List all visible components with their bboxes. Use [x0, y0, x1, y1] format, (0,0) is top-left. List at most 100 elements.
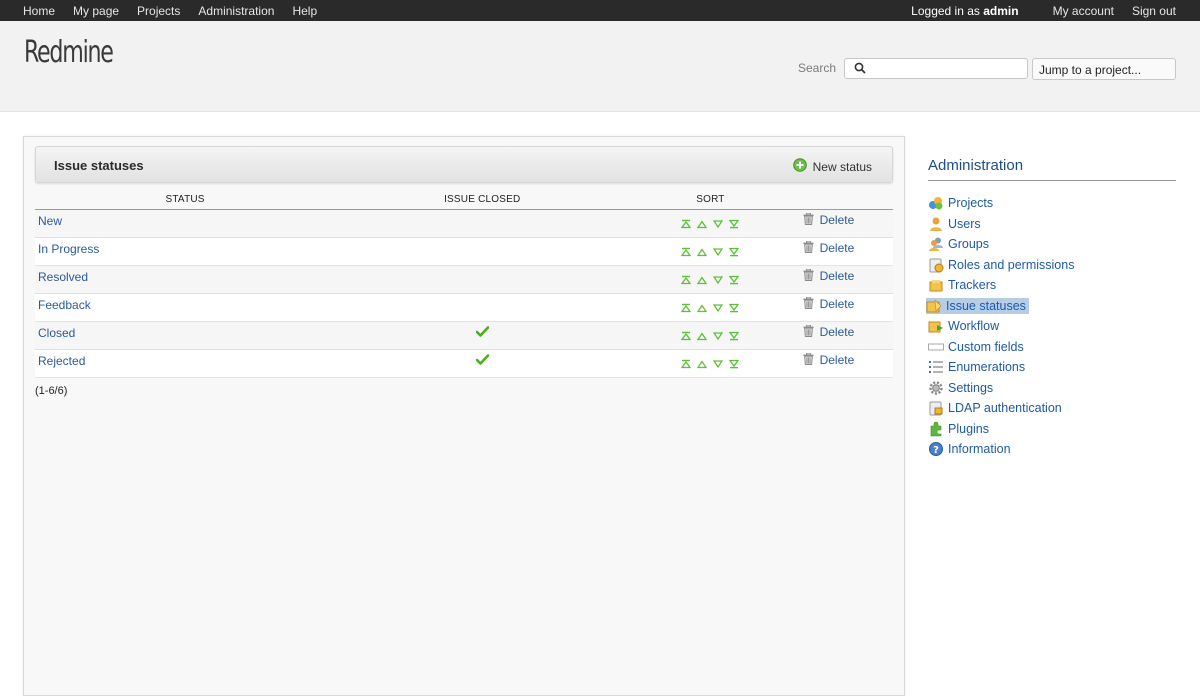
sidebar-link-ldap-authentication[interactable]: LDAP authentication: [928, 400, 1062, 416]
table-body: New Delete In Progress Delete Resolved Delete…: [35, 209, 893, 378]
delete-button[interactable]: Delete: [803, 268, 854, 284]
move-up-icon[interactable]: [697, 302, 708, 316]
delete-button[interactable]: Delete: [803, 324, 854, 340]
checkmark-icon: [475, 325, 490, 340]
sort-cell: [629, 209, 792, 238]
sidebar-link-groups[interactable]: Groups: [928, 236, 989, 252]
table-row: In Progress Delete: [35, 237, 893, 266]
delete-button[interactable]: Delete: [803, 296, 854, 312]
logged-in-user[interactable]: admin: [983, 4, 1018, 18]
sidebar-link-roles-and-permissions[interactable]: Roles and permissions: [928, 257, 1074, 273]
status-name-link[interactable]: Resolved: [38, 270, 88, 284]
column-header-sort[interactable]: Sort: [629, 190, 792, 210]
move-up-icon[interactable]: [697, 218, 708, 232]
move-to-bottom-icon[interactable]: [729, 330, 740, 344]
move-up-icon[interactable]: [697, 246, 708, 260]
sidebar: Administration Projects Users Groups Roles …: [926, 157, 1176, 460]
column-header-issue-closed[interactable]: Issue closed: [335, 190, 630, 210]
move-down-icon[interactable]: [713, 274, 724, 288]
move-to-bottom-icon[interactable]: [729, 302, 740, 316]
sidebar-item-information: ? Information: [928, 439, 1176, 460]
search-label[interactable]: Search: [798, 61, 836, 75]
move-up-icon[interactable]: [697, 358, 708, 372]
search-icon: [854, 62, 866, 77]
issue-statuses-table: Status Issue closed Sort New Delete In Pro…: [35, 190, 893, 378]
user-icon: [928, 216, 944, 232]
sort-cell: [629, 293, 792, 322]
delete-button[interactable]: Delete: [803, 352, 854, 368]
move-up-icon[interactable]: [697, 330, 708, 344]
sidebar-link-issue-statuses[interactable]: Issue statuses: [926, 297, 1029, 314]
top-menu-administration[interactable]: Administration: [198, 4, 274, 18]
sort-cell: [629, 349, 792, 378]
sidebar-item-label: Information: [948, 442, 1011, 457]
sidebar-link-projects[interactable]: Projects: [928, 195, 993, 211]
issue-closed-cell: [335, 349, 630, 378]
trash-icon: [803, 240, 820, 256]
delete-label: Delete: [819, 213, 855, 227]
top-menu-my-page[interactable]: My page: [73, 4, 119, 18]
top-menu-projects[interactable]: Projects: [137, 4, 180, 18]
move-to-bottom-icon[interactable]: [729, 246, 740, 260]
status-name-link[interactable]: Closed: [38, 326, 75, 340]
sidebar-title: Administration: [928, 157, 1176, 181]
sign-out-link[interactable]: Sign out: [1132, 4, 1176, 18]
status-name-link[interactable]: In Progress: [38, 242, 99, 256]
header: Redmine Search Jump to a project...: [0, 21, 1200, 112]
move-up-icon[interactable]: [697, 274, 708, 288]
sidebar-link-custom-fields[interactable]: Custom fields: [928, 339, 1024, 355]
issue-status-icon: [926, 298, 942, 314]
sidebar-link-users[interactable]: Users: [928, 216, 981, 232]
sidebar-link-settings[interactable]: Settings: [928, 380, 993, 396]
new-status-button[interactable]: New status: [792, 158, 872, 175]
trash-icon: [803, 212, 820, 228]
column-header-status[interactable]: Status: [35, 190, 336, 210]
move-to-top-icon[interactable]: [681, 274, 692, 288]
sidebar-item-projects: Projects: [928, 193, 1176, 214]
delete-button[interactable]: Delete: [803, 240, 854, 256]
issue-closed-cell: [335, 293, 630, 322]
move-to-top-icon[interactable]: [681, 246, 692, 260]
app-logo[interactable]: Redmine: [24, 35, 114, 70]
move-down-icon[interactable]: [713, 246, 724, 260]
trash-icon: [803, 324, 820, 340]
sidebar-link-trackers[interactable]: Trackers: [928, 277, 996, 293]
top-menu-help[interactable]: Help: [292, 4, 317, 18]
sidebar-link-enumerations[interactable]: Enumerations: [928, 359, 1025, 375]
move-to-bottom-icon[interactable]: [729, 218, 740, 232]
trash-icon: [803, 296, 820, 312]
top-menu-left: Home My page Projects Administration Hel…: [14, 0, 326, 21]
move-down-icon[interactable]: [713, 218, 724, 232]
sidebar-item-label: Settings: [948, 380, 994, 395]
jump-to-project-select[interactable]: Jump to a project...: [1032, 58, 1176, 80]
new-status-label: New status: [812, 159, 872, 174]
move-to-top-icon[interactable]: [681, 358, 692, 372]
move-to-bottom-icon[interactable]: [729, 274, 740, 288]
my-account-link[interactable]: My account: [1053, 4, 1114, 18]
sidebar-item-users: Users: [928, 214, 1176, 235]
checkmark-icon: [475, 353, 490, 368]
sidebar-link-information[interactable]: ? Information: [928, 441, 1011, 457]
issue-closed-cell: [335, 209, 630, 238]
status-name-link[interactable]: Rejected: [38, 354, 85, 368]
move-to-top-icon[interactable]: [681, 302, 692, 316]
delete-button[interactable]: Delete: [803, 212, 855, 228]
move-to-top-icon[interactable]: [681, 330, 692, 344]
move-down-icon[interactable]: [713, 330, 724, 344]
sidebar-link-workflow[interactable]: Workflow: [928, 318, 999, 334]
sidebar-link-plugins[interactable]: Plugins: [928, 421, 989, 437]
sidebar-item-label: Workflow: [948, 319, 1000, 334]
status-name-link[interactable]: New: [38, 214, 62, 228]
sidebar-item-label: Users: [948, 216, 981, 231]
roles-icon: [928, 257, 944, 273]
status-name-link[interactable]: Feedback: [38, 298, 91, 312]
top-menu-home[interactable]: Home: [23, 4, 55, 18]
search-input[interactable]: [844, 58, 1028, 79]
plugin-icon: [928, 421, 944, 437]
admin-menu: Projects Users Groups Roles and permissions…: [926, 193, 1176, 460]
move-to-top-icon[interactable]: [681, 218, 692, 232]
move-down-icon[interactable]: [713, 358, 724, 372]
move-to-bottom-icon[interactable]: [729, 358, 740, 372]
status-cell: Rejected: [35, 349, 336, 378]
move-down-icon[interactable]: [713, 302, 724, 316]
